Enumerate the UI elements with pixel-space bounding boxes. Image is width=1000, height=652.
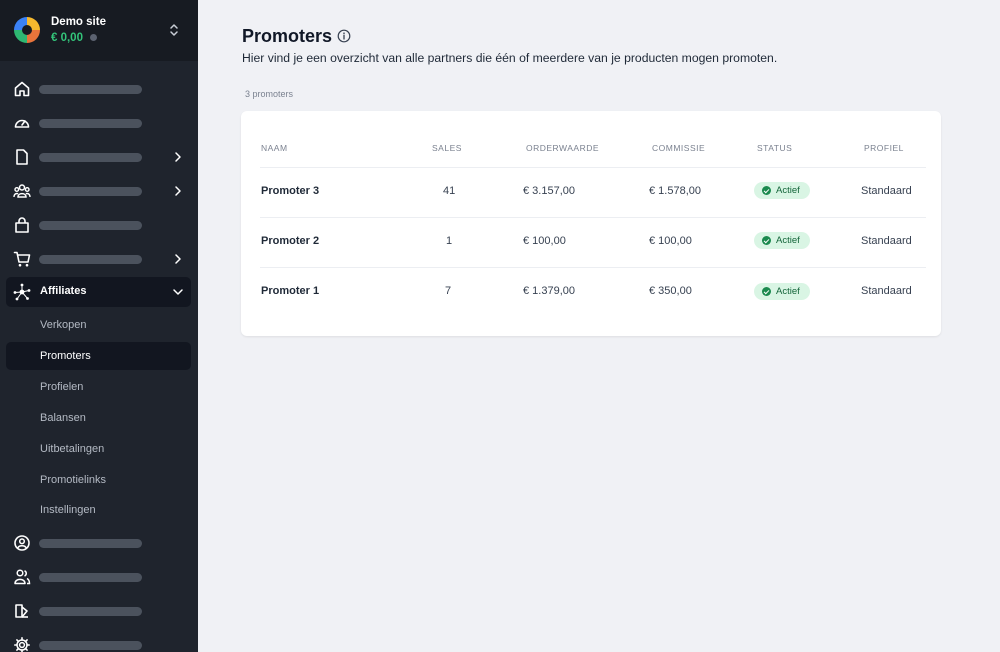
chart-pie-icon — [15, 604, 28, 618]
info-icon[interactable] — [337, 29, 351, 43]
users-icon — [13, 184, 31, 198]
check-circle-icon — [762, 236, 771, 245]
status-label: Actief — [776, 235, 800, 246]
divider — [260, 167, 926, 168]
nav-item-placeholder — [39, 221, 142, 230]
subnav-item-verkopen[interactable]: Verkopen — [6, 311, 191, 339]
gear-icon — [14, 637, 30, 652]
status-badge: Actief — [754, 182, 810, 199]
nav-item-placeholder — [39, 573, 142, 582]
nav-item-cart[interactable] — [6, 244, 191, 274]
nav-item-account[interactable] — [6, 528, 191, 558]
chevron-right-icon — [175, 186, 181, 196]
nav-item-placeholder — [39, 539, 142, 548]
chevron-down-icon — [173, 289, 183, 295]
chevron-up-down-icon[interactable] — [168, 22, 180, 38]
divider — [260, 267, 926, 268]
status-badge: Actief — [754, 232, 810, 249]
nav-item-home[interactable] — [6, 74, 191, 104]
sales-count: 7 — [445, 285, 452, 297]
nav-item-reports[interactable] — [6, 596, 191, 626]
subnav-item-label: Profielen — [40, 381, 84, 393]
commission: € 350,00 — [649, 285, 692, 297]
commission: € 1.578,00 — [649, 185, 701, 197]
nav-item-placeholder — [39, 187, 142, 196]
cart-icon — [13, 251, 31, 267]
column-header-sales[interactable]: SALES — [432, 143, 462, 153]
subnav-item-label: Instellingen — [40, 504, 96, 516]
shopping-bag-icon — [15, 217, 29, 233]
gauge-icon — [14, 119, 30, 128]
commission: € 100,00 — [649, 235, 692, 247]
subnav-item-promoters[interactable]: Promoters — [6, 342, 191, 370]
nav-item-products[interactable] — [6, 210, 191, 240]
sales-count: 1 — [446, 235, 453, 247]
balance-info-icon — [90, 34, 97, 41]
subnav-item-profielen[interactable]: Profielen — [6, 373, 191, 401]
divider — [260, 217, 926, 218]
order-value: € 3.157,00 — [523, 185, 575, 197]
column-header-profile[interactable]: PROFIEL — [864, 143, 904, 153]
profile-name: Standaard — [861, 185, 912, 197]
chevron-right-icon — [175, 254, 181, 264]
subnav-item-promotielinks[interactable]: Promotielinks — [6, 466, 191, 494]
site-balance: € 0,00 — [51, 32, 83, 44]
network-icon — [13, 283, 31, 301]
site-logo — [14, 17, 40, 43]
subnav-item-uitbetalingen[interactable]: Uitbetalingen — [6, 435, 191, 463]
nav-item-team[interactable] — [6, 562, 191, 592]
subnav-item-label: Promotielinks — [40, 474, 107, 486]
nav-item-placeholder — [39, 119, 142, 128]
subnav-item-label: Balansen — [40, 412, 86, 424]
status-badge: Actief — [754, 283, 810, 300]
home-icon — [14, 81, 30, 97]
nav-item-label: Affiliates — [40, 285, 87, 297]
check-circle-icon — [762, 186, 771, 195]
column-header-order-value[interactable]: ORDERWAARDE — [526, 143, 599, 153]
nav-item-placeholder — [39, 153, 142, 162]
nav-item-documents[interactable] — [6, 142, 191, 172]
nav-item-users[interactable] — [6, 176, 191, 206]
profile-name: Standaard — [861, 235, 912, 247]
column-header-status[interactable]: STATUS — [757, 143, 792, 153]
result-count: 3 promoters — [245, 89, 294, 99]
nav-item-dashboard[interactable] — [6, 108, 191, 138]
nav-item-placeholder — [39, 85, 142, 94]
user-circle-icon — [14, 535, 30, 551]
subnav-item-label: Uitbetalingen — [40, 443, 105, 455]
column-header-name[interactable]: NAAM — [261, 143, 288, 153]
nav-item-placeholder — [39, 255, 142, 264]
page-subtitle: Hier vind je een overzicht van alle part… — [242, 51, 778, 65]
team-icon — [14, 569, 31, 585]
chevron-right-icon — [175, 152, 181, 162]
nav-item-settings[interactable] — [6, 630, 191, 652]
subnav-item-instellingen[interactable]: Instellingen — [6, 496, 191, 524]
nav-item-placeholder — [39, 641, 142, 650]
document-icon — [16, 149, 28, 165]
promoter-name[interactable]: Promoter 3 — [261, 185, 319, 197]
subnav-item-label: Promoters — [40, 350, 91, 362]
check-circle-icon — [762, 287, 771, 296]
profile-name: Standaard — [861, 285, 912, 297]
site-name: Demo site — [51, 16, 106, 28]
page-title: Promoters — [242, 26, 333, 46]
nav-item-placeholder — [39, 607, 142, 616]
order-value: € 1.379,00 — [523, 285, 575, 297]
site-switcher[interactable]: Demo site € 0,00 — [0, 0, 198, 61]
column-header-commission[interactable]: COMMISSIE — [652, 143, 705, 153]
status-label: Actief — [776, 286, 800, 297]
subnav-item-label: Verkopen — [40, 319, 87, 331]
nav-item-affiliates[interactable]: Affiliates — [6, 277, 191, 307]
sidebar: Demo site € 0,00 Affiliates Verkopen Pro… — [0, 0, 198, 652]
sales-count: 41 — [443, 185, 456, 197]
promoter-name[interactable]: Promoter 1 — [261, 285, 319, 297]
status-label: Actief — [776, 185, 800, 196]
promoter-name[interactable]: Promoter 2 — [261, 235, 319, 247]
subnav-item-balansen[interactable]: Balansen — [6, 404, 191, 432]
order-value: € 100,00 — [523, 235, 566, 247]
